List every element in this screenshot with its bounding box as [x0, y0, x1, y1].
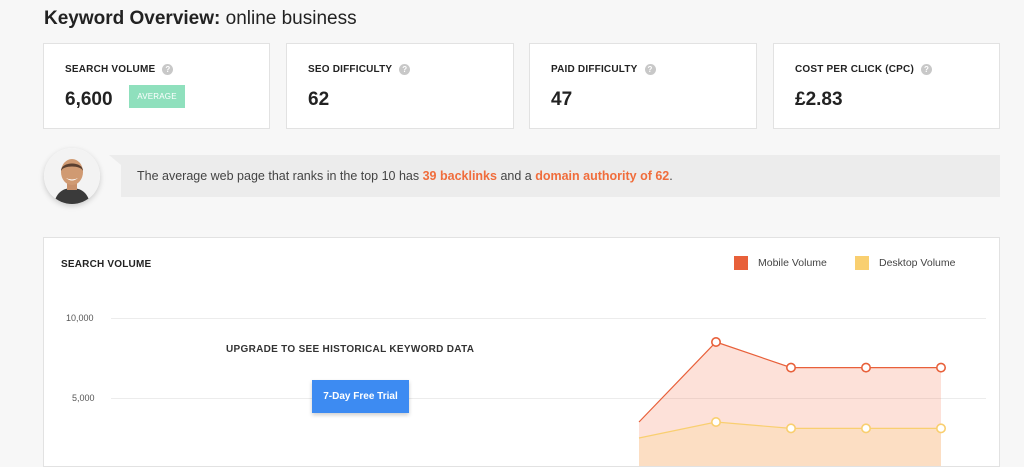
data-point[interactable]	[710, 337, 721, 348]
search-volume-value: 6,600	[65, 89, 113, 110]
free-trial-button[interactable]: 7-Day Free Trial	[312, 380, 409, 413]
domain-authority-highlight: domain authority of 62	[535, 169, 670, 183]
backlinks-highlight: 39 backlinks	[422, 169, 497, 183]
insight-suffix: .	[669, 169, 673, 183]
paid-difficulty-label-text: PAID DIFFICULTY	[551, 64, 638, 75]
seo-difficulty-label: SEO DIFFICULTY ?	[308, 64, 411, 75]
page-title: Keyword Overview: online business	[44, 8, 357, 30]
insight-text: The average web page that ranks in the t…	[137, 169, 673, 183]
search-volume-panel: SEARCH VOLUME Mobile Volume Desktop Volu…	[43, 237, 1000, 467]
cpc-value: £2.83	[795, 89, 843, 110]
avatar-portrait-icon	[44, 148, 100, 204]
paid-difficulty-card: PAID DIFFICULTY ? 47	[529, 43, 757, 129]
cpc-label-text: COST PER CLICK (CPC)	[795, 64, 914, 75]
search-volume-label: SEARCH VOLUME ?	[65, 64, 174, 75]
data-point[interactable]	[860, 423, 871, 434]
paid-difficulty-label: PAID DIFFICULTY ?	[551, 64, 656, 75]
title-keyword: online business	[225, 8, 357, 29]
title-prefix: Keyword Overview:	[44, 8, 221, 29]
info-icon[interactable]: ?	[644, 64, 656, 75]
cpc-card: COST PER CLICK (CPC) ? £2.83	[773, 43, 1000, 129]
avatar	[44, 148, 100, 204]
data-point[interactable]	[710, 417, 721, 428]
data-point[interactable]	[785, 362, 796, 373]
data-point[interactable]	[860, 362, 871, 373]
info-icon[interactable]: ?	[162, 64, 174, 75]
info-icon[interactable]: ?	[399, 64, 411, 75]
cpc-label: COST PER CLICK (CPC) ?	[795, 64, 932, 75]
data-point[interactable]	[785, 423, 796, 434]
upgrade-message: UPGRADE TO SEE HISTORICAL KEYWORD DATA	[226, 344, 475, 355]
info-icon[interactable]: ?	[921, 64, 932, 75]
search-volume-label-text: SEARCH VOLUME	[65, 64, 156, 75]
seo-difficulty-value: 62	[308, 89, 330, 110]
search-volume-chart	[638, 337, 946, 466]
insight-middle: and a	[496, 169, 536, 183]
paid-difficulty-value: 47	[551, 89, 573, 110]
average-badge: AVERAGE	[129, 85, 185, 108]
insight-prefix: The average web page that ranks in the t…	[137, 169, 423, 183]
data-point[interactable]	[935, 423, 946, 434]
search-volume-card: SEARCH VOLUME ? 6,600 AVERAGE	[43, 43, 270, 129]
seo-difficulty-card: SEO DIFFICULTY ? 62	[286, 43, 514, 129]
seo-difficulty-label-text: SEO DIFFICULTY	[308, 64, 393, 75]
insight-banner: The average web page that ranks in the t…	[109, 155, 1000, 197]
data-point[interactable]	[935, 362, 946, 373]
